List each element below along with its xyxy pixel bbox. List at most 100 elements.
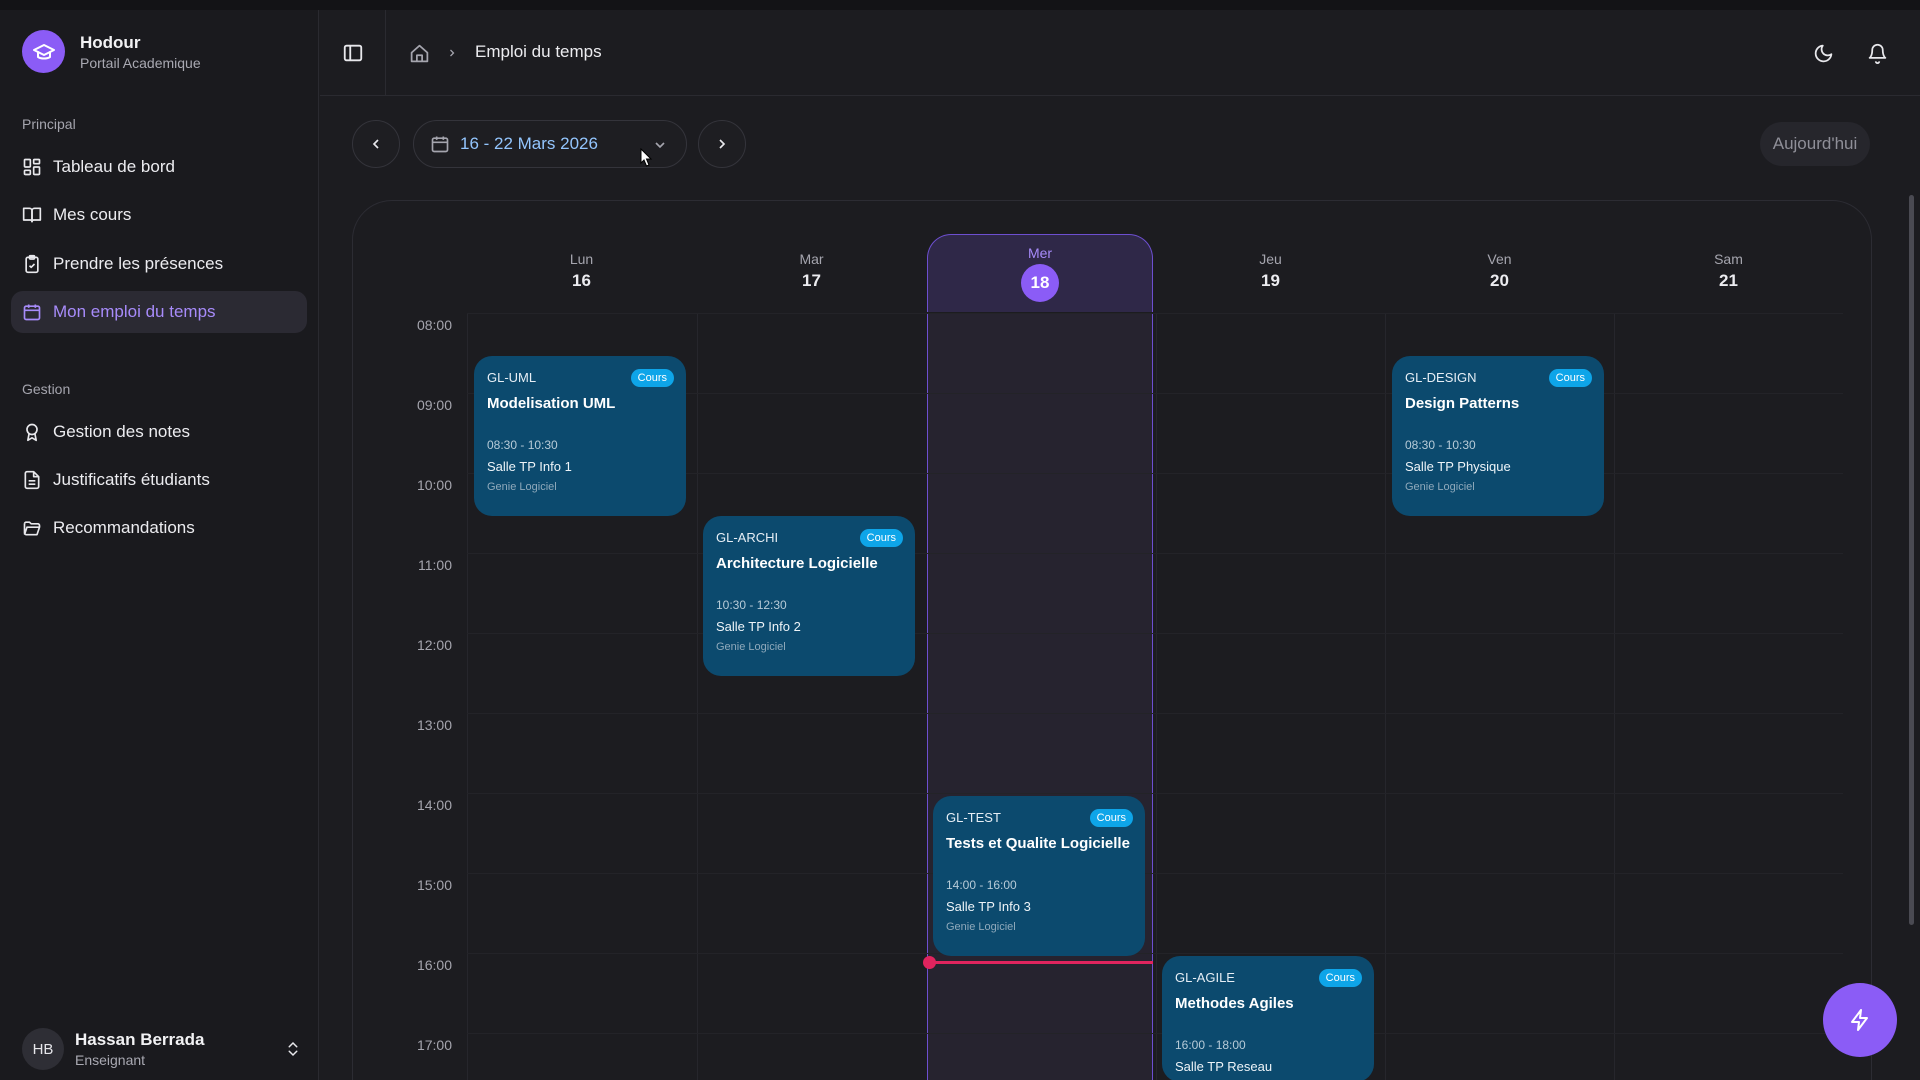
day-name: Jeu xyxy=(1259,251,1282,267)
calendar-icon xyxy=(23,304,41,321)
event-card[interactable]: GL-ARCHI Cours Architecture Logicielle 1… xyxy=(703,516,915,676)
time-label: 12:00 xyxy=(416,637,452,653)
current-time-dot xyxy=(923,956,936,969)
sidebar-item-dashboard[interactable]: Tableau de bord xyxy=(11,146,307,188)
event-room: Salle TP Info 1 xyxy=(487,459,572,474)
event-title: Methodes Agiles xyxy=(1175,995,1294,1012)
panel-left-icon xyxy=(343,44,363,62)
sidebar-item-attendance[interactable]: Prendre les présences xyxy=(11,243,307,285)
book-icon xyxy=(22,207,42,223)
bell-icon xyxy=(1868,43,1886,64)
day-number: 20 xyxy=(1490,271,1509,290)
user-menu[interactable]: HB Hassan Berrada Enseignant xyxy=(22,1024,302,1074)
hour-gridline xyxy=(467,793,1843,794)
chevron-right-icon xyxy=(719,139,726,149)
event-card[interactable]: GL-TEST Cours Tests et Qualite Logiciell… xyxy=(933,796,1145,956)
previous-week-button[interactable] xyxy=(352,120,400,168)
day-header-tuesday[interactable]: Mar 17 xyxy=(697,251,926,291)
event-type-badge: Cours xyxy=(630,369,674,387)
day-number: 16 xyxy=(572,271,591,290)
today-column xyxy=(927,313,1153,1080)
event-card[interactable]: GL-AGILE Cours Methodes Agiles 16:00 - 1… xyxy=(1162,956,1374,1080)
event-type-badge: Cours xyxy=(1318,969,1362,987)
time-label: 15:00 xyxy=(416,877,452,893)
sidebar-item-recommendations[interactable]: Recommandations xyxy=(11,507,307,549)
day-name: Mer xyxy=(1027,245,1053,261)
hour-gridline xyxy=(467,553,1843,554)
day-header-thursday[interactable]: Jeu 19 xyxy=(1156,251,1385,291)
sidebar-toggle-button[interactable] xyxy=(340,40,366,66)
theme-toggle-button[interactable] xyxy=(1810,40,1836,66)
mouse-cursor-icon xyxy=(640,148,653,167)
day-header-monday[interactable]: Lun 16 xyxy=(467,251,696,291)
graduation-cap-icon xyxy=(22,30,65,73)
zap-icon xyxy=(1851,1009,1868,1031)
section-label-principal: Principal xyxy=(22,116,76,132)
event-time: 16:00 - 18:00 xyxy=(1175,1038,1246,1052)
today-column-header[interactable]: Mer 18 xyxy=(927,234,1153,312)
quick-action-button[interactable] xyxy=(1823,983,1897,1057)
section-label-gestion: Gestion xyxy=(22,381,71,397)
event-title: Modelisation UML xyxy=(487,395,616,412)
sidebar-item-label: Justificatifs étudiants xyxy=(53,470,210,489)
day-header-saturday[interactable]: Sam 21 xyxy=(1614,251,1843,291)
scrollbar[interactable] xyxy=(1909,195,1914,925)
user-name: Hassan Berrada xyxy=(75,1030,205,1049)
file-text-icon xyxy=(24,470,40,490)
event-department: Genie Logiciel xyxy=(487,481,557,493)
day-number: 19 xyxy=(1261,271,1280,290)
time-label: 16:00 xyxy=(416,957,452,973)
chevron-left-icon xyxy=(372,139,379,149)
sidebar-item-timetable[interactable]: Mon emploi du temps xyxy=(11,291,307,333)
next-week-button[interactable] xyxy=(698,120,746,168)
header-divider xyxy=(385,10,386,96)
column-divider xyxy=(467,313,468,1080)
time-label: 10:00 xyxy=(416,477,452,493)
breadcrumb-home-link[interactable] xyxy=(406,40,432,66)
day-header-friday[interactable]: Ven 20 xyxy=(1385,251,1614,291)
event-title: Architecture Logicielle xyxy=(716,555,878,572)
current-time-line xyxy=(929,961,1153,964)
event-department: Genie Logiciel xyxy=(716,641,786,653)
chevron-down-icon xyxy=(655,142,665,149)
event-title: Tests et Qualite Logicielle xyxy=(946,835,1130,852)
today-button[interactable]: Aujourd'hui xyxy=(1760,122,1870,166)
breadcrumb-chevron-icon xyxy=(444,44,460,62)
event-room: Salle TP Reseau xyxy=(1175,1059,1273,1074)
sidebar-item-courses[interactable]: Mes cours xyxy=(11,194,307,236)
user-role: Enseignant xyxy=(75,1052,146,1068)
sidebar-item-grades[interactable]: Gestion des notes xyxy=(11,411,307,453)
sidebar-item-label: Recommandations xyxy=(53,518,195,537)
event-type-badge: Cours xyxy=(1089,809,1133,827)
day-name: Ven xyxy=(1487,251,1512,267)
event-type-badge: Cours xyxy=(1548,369,1592,387)
event-title: Design Patterns xyxy=(1405,395,1520,412)
hour-gridline xyxy=(467,1033,1843,1034)
window-top-strip xyxy=(0,0,1920,10)
day-name: Mar xyxy=(799,251,824,267)
brand[interactable]: Hodour Portail Academique xyxy=(22,30,201,73)
time-label: 13:00 xyxy=(416,717,452,733)
sidebar-item-justifications[interactable]: Justificatifs étudiants xyxy=(11,459,307,501)
day-name: Sam xyxy=(1714,251,1743,267)
week-range-label: 16 - 22 Mars 2026 xyxy=(460,134,598,153)
event-time: 14:00 - 16:00 xyxy=(946,878,1017,892)
event-card[interactable]: GL-UML Cours Modelisation UML 08:30 - 10… xyxy=(474,356,686,516)
notifications-button[interactable] xyxy=(1864,40,1890,66)
event-room: Salle TP Physique xyxy=(1405,459,1511,474)
event-department: Genie Logiciel xyxy=(946,921,1016,933)
clipboard-check-icon xyxy=(25,254,39,274)
top-header: Emploi du temps xyxy=(320,10,1920,96)
sidebar-item-label: Tableau de bord xyxy=(53,157,175,176)
hour-gridline xyxy=(467,713,1843,714)
event-room: Salle TP Info 2 xyxy=(716,619,801,634)
event-type-badge: Cours xyxy=(859,529,903,547)
hour-gridline xyxy=(467,633,1843,634)
event-card[interactable]: GL-DESIGN Cours Design Patterns 08:30 - … xyxy=(1392,356,1604,516)
sidebar-item-label: Mon emploi du temps xyxy=(53,302,216,321)
day-number: 17 xyxy=(802,271,821,290)
day-name: Lun xyxy=(569,251,594,267)
award-icon xyxy=(26,423,38,442)
column-divider xyxy=(1156,313,1157,1080)
week-calendar: Mer 18 Lun 16 Mar 17 Jeu 19 Ven 20 Sam 2… xyxy=(352,200,1872,1080)
